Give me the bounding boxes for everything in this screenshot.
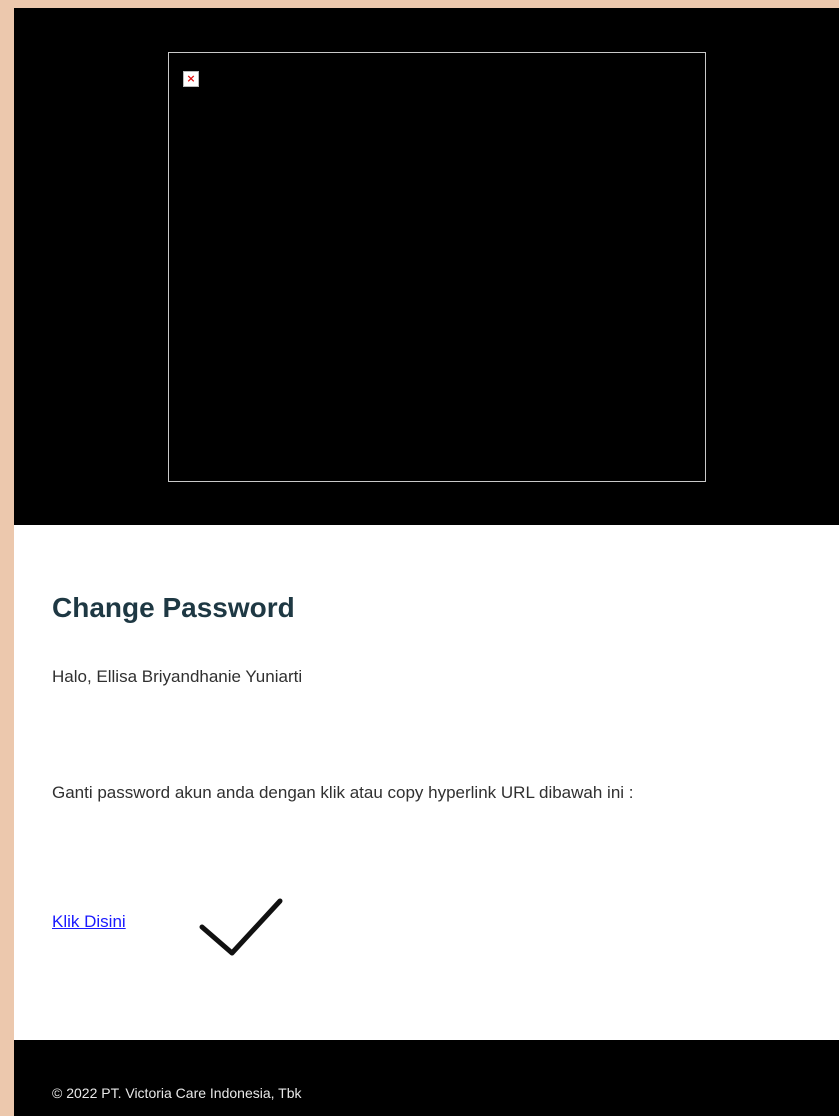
header-image-placeholder: × [168, 52, 706, 482]
page-title: Change Password [52, 592, 295, 623]
email-footer: © 2022 PT. Victoria Care Indonesia, Tbk [14, 1040, 839, 1116]
email-body: Change Password Halo, Ellisa Briyandhani… [14, 525, 839, 1040]
email-container: × Change Password Halo, Ellisa Briyandha… [14, 8, 839, 1116]
email-header: × [14, 8, 839, 525]
copyright-text: © 2022 PT. Victoria Care Indonesia, Tbk [52, 1085, 302, 1101]
greeting-text: Halo, Ellisa Briyandhanie Yuniarti [52, 667, 303, 686]
broken-image-icon: × [183, 71, 199, 87]
reset-password-link[interactable]: Klik Disini [52, 911, 126, 933]
checkmark-icon [199, 898, 283, 956]
instruction-text: Ganti password akun anda dengan klik ata… [52, 783, 634, 802]
